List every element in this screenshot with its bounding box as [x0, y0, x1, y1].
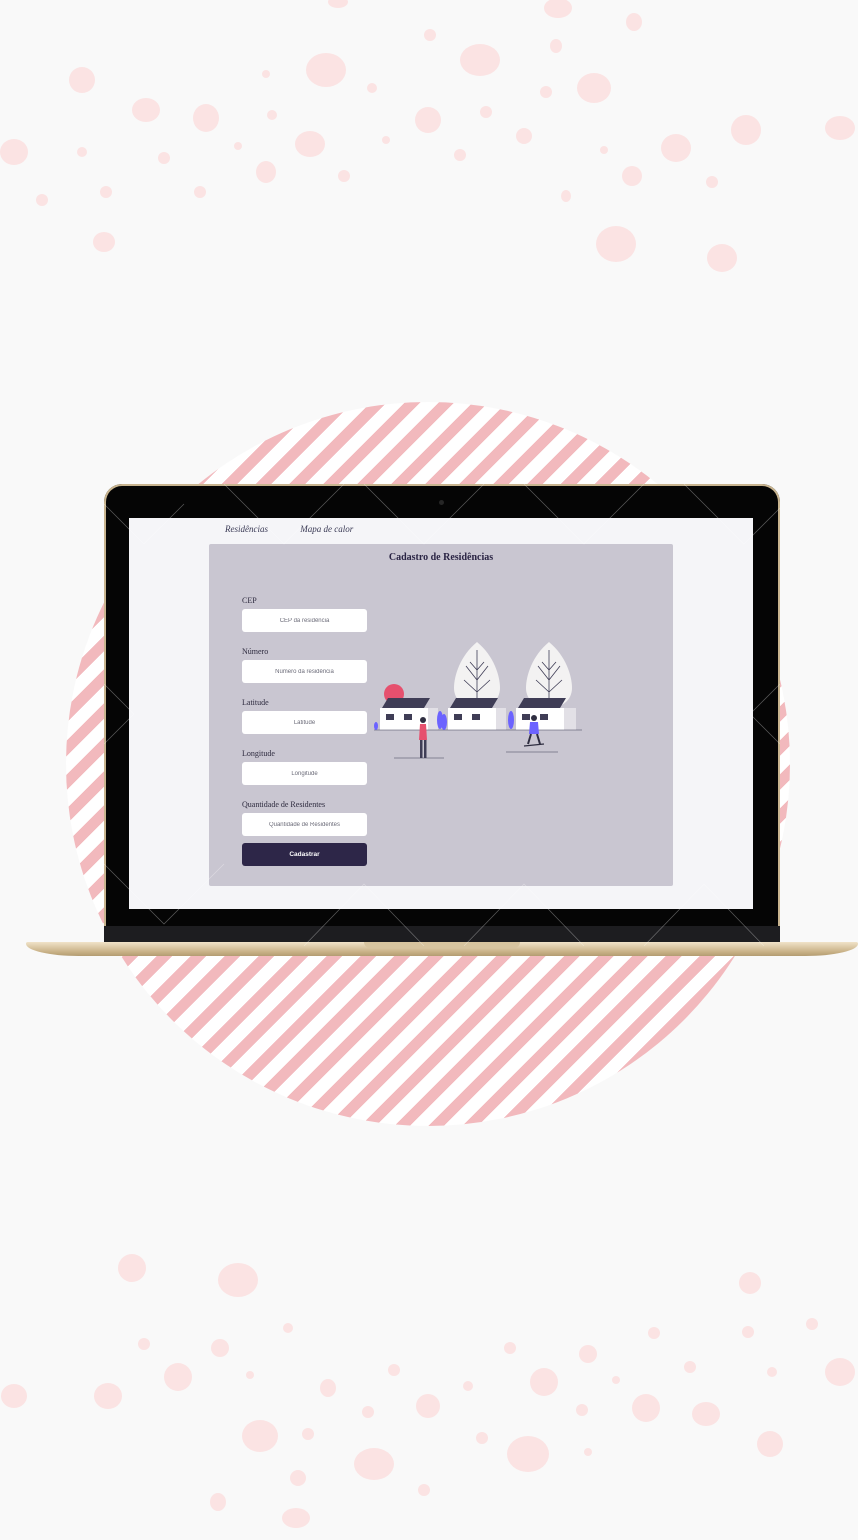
houses	[380, 698, 576, 730]
residence-form: CEP Número Latitude Longitude Quantidade…	[242, 596, 367, 866]
registration-card: Cadastro de Residências CEP Número Latit…	[209, 544, 673, 886]
top-nav: Residências Mapa de calor	[225, 524, 383, 534]
latitude-label: Latitude	[242, 698, 269, 707]
numero-input[interactable]	[242, 660, 367, 683]
longitude-input[interactable]	[242, 762, 367, 785]
latitude-input[interactable]	[242, 711, 367, 734]
cadastrar-button[interactable]: Cadastrar	[242, 843, 367, 866]
residentes-label: Quantidade de Residentes	[242, 800, 326, 809]
numero-label: Número	[242, 647, 269, 656]
cep-label: CEP	[242, 596, 257, 605]
laptop-screen: Residências Mapa de calor Cadastro de Re…	[129, 518, 753, 909]
decorative-dots-top	[0, 0, 855, 272]
nav-link-residencias[interactable]: Residências	[225, 524, 268, 534]
residentes-input[interactable]	[242, 813, 367, 836]
neighborhood-illustration	[374, 642, 582, 759]
page-title: Cadastro de Residências	[388, 552, 494, 563]
decorative-dots-bottom	[1, 1254, 855, 1528]
nav-link-mapa-de-calor[interactable]: Mapa de calor	[300, 524, 353, 534]
laptop-mockup: Residências Mapa de calor Cadastro de Re…	[26, 484, 858, 964]
camera-dot	[439, 500, 444, 505]
cep-input[interactable]	[242, 609, 367, 632]
longitude-label: Longitude	[242, 749, 275, 758]
laptop-notch	[364, 942, 520, 948]
